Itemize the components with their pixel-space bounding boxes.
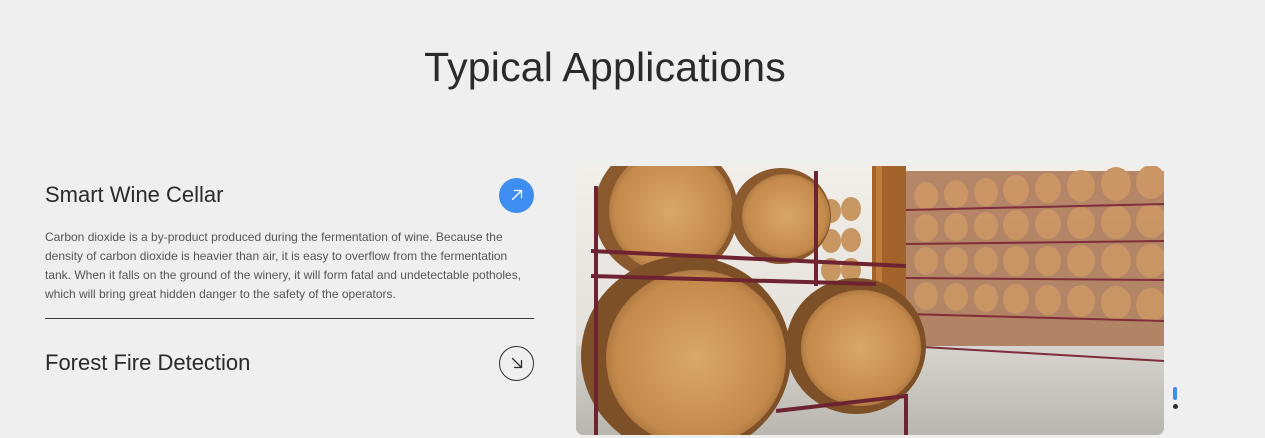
expand-button[interactable] <box>499 177 534 213</box>
section-title: Typical Applications <box>424 44 786 90</box>
arrow-down-right-icon <box>511 357 522 369</box>
application-header[interactable]: Forest Fire Detection <box>45 319 534 407</box>
wine-barrels-image <box>576 166 1164 435</box>
application-description: Carbon dioxide is a by-product produced … <box>45 230 522 301</box>
arrow-up-right-icon <box>511 189 522 201</box>
application-item-forest-fire-detection[interactable]: Forest Fire Detection <box>45 319 534 407</box>
pagination-dot[interactable] <box>1173 404 1178 409</box>
application-image <box>576 166 1164 435</box>
application-title: Smart Wine Cellar <box>45 182 224 207</box>
pagination-indicator <box>1173 387 1178 409</box>
expand-button[interactable] <box>499 345 534 381</box>
application-item-smart-wine-cellar[interactable]: Smart Wine Cellar Carbon dioxide is a by… <box>45 166 534 319</box>
pagination-dot-active[interactable] <box>1173 387 1177 400</box>
application-title: Forest Fire Detection <box>45 350 251 375</box>
application-header[interactable]: Smart Wine Cellar <box>45 166 534 224</box>
applications-list: Smart Wine Cellar Carbon dioxide is a by… <box>45 166 534 407</box>
